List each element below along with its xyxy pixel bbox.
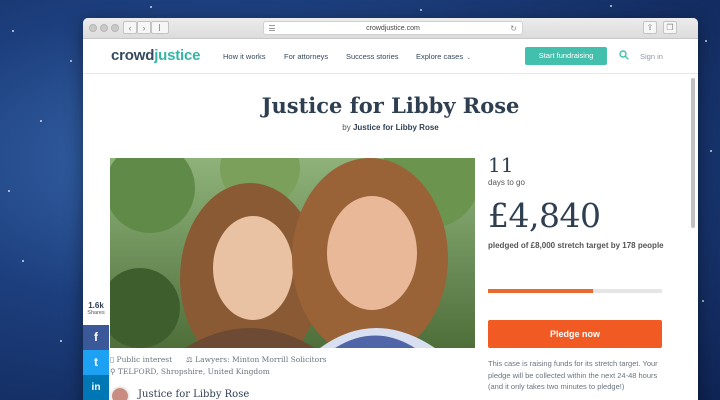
search-icon[interactable]	[619, 50, 629, 60]
nav-how-it-works[interactable]: How it works	[223, 52, 266, 61]
twitter-icon: t	[94, 355, 98, 369]
url-text: crowdjustice.com	[366, 25, 420, 32]
back-button[interactable]: ‹	[123, 21, 137, 34]
linkedin-share-button[interactable]: in	[83, 375, 109, 400]
twitter-share-button[interactable]: t	[83, 350, 109, 375]
minimize-window-button[interactable]	[100, 24, 108, 32]
nav-for-attorneys[interactable]: For attorneys	[284, 52, 328, 61]
funding-progress-fill	[488, 289, 594, 293]
share-counter: 1.6k Shares	[87, 301, 105, 316]
tabs-icon[interactable]: ❐	[663, 21, 677, 34]
facebook-icon: f	[94, 330, 98, 344]
avatar	[110, 386, 130, 400]
browser-window: ‹ › crowdjustice.com ↻ ⇪ ❐ crowdjustice …	[83, 18, 698, 400]
map-pin-icon: ⚲	[110, 367, 116, 376]
chevron-down-icon: ⌄	[466, 55, 472, 61]
amount-raised: £4,840	[488, 196, 601, 235]
sign-in-link[interactable]: Sign in	[640, 52, 663, 61]
case-lawyers: ⚖ Lawyers: Minton Morrill Solicitors	[186, 355, 327, 364]
address-bar[interactable]: crowdjustice.com ↻	[263, 21, 523, 35]
start-fundraising-button[interactable]: Start fundraising	[525, 47, 607, 65]
browser-titlebar: ‹ › crowdjustice.com ↻ ⇪ ❐	[83, 18, 698, 39]
crowdjustice-logo[interactable]: crowdjustice	[111, 47, 201, 64]
share-icon[interactable]: ⇪	[643, 21, 657, 34]
site-header: crowdjustice How it works For attorneys …	[83, 39, 698, 74]
close-window-button[interactable]	[89, 24, 97, 32]
stretch-target-note: This case is raising funds for its stret…	[488, 359, 658, 391]
case-owner-link[interactable]: Justice for Libby Rose	[353, 123, 439, 132]
nav-success-stories[interactable]: Success stories	[346, 52, 399, 61]
case-owner-name[interactable]: Justice for Libby Rose	[138, 389, 249, 400]
reader-menu-icon[interactable]	[269, 25, 275, 31]
bookmark-icon: ▯	[110, 355, 115, 364]
facebook-share-button[interactable]: f	[83, 325, 109, 350]
nav-explore-cases[interactable]: Explore cases ⌄	[416, 52, 471, 61]
sidebar-toggle-icon[interactable]	[151, 21, 169, 34]
linkedin-icon: in	[91, 382, 101, 393]
pledge-now-button[interactable]: Pledge now	[488, 320, 662, 348]
case-category: ▯ Public interest	[110, 355, 173, 364]
forward-button[interactable]: ›	[137, 21, 151, 34]
days-left-count: 11	[488, 153, 514, 177]
case-title: Justice for Libby Rose	[261, 93, 520, 118]
case-location: ⚲ TELFORD, Shropshire, United Kingdom	[110, 367, 270, 376]
case-byline: by Justice for Libby Rose	[342, 123, 439, 132]
funding-progress-bar	[488, 289, 662, 293]
pledged-summary: pledged of £8,000 stretch target by 178 …	[488, 241, 664, 250]
scales-icon: ⚖	[186, 355, 193, 364]
reload-icon[interactable]: ↻	[510, 22, 517, 35]
days-left-label: days to go	[488, 178, 525, 187]
case-photo	[110, 158, 475, 348]
zoom-window-button[interactable]	[111, 24, 119, 32]
